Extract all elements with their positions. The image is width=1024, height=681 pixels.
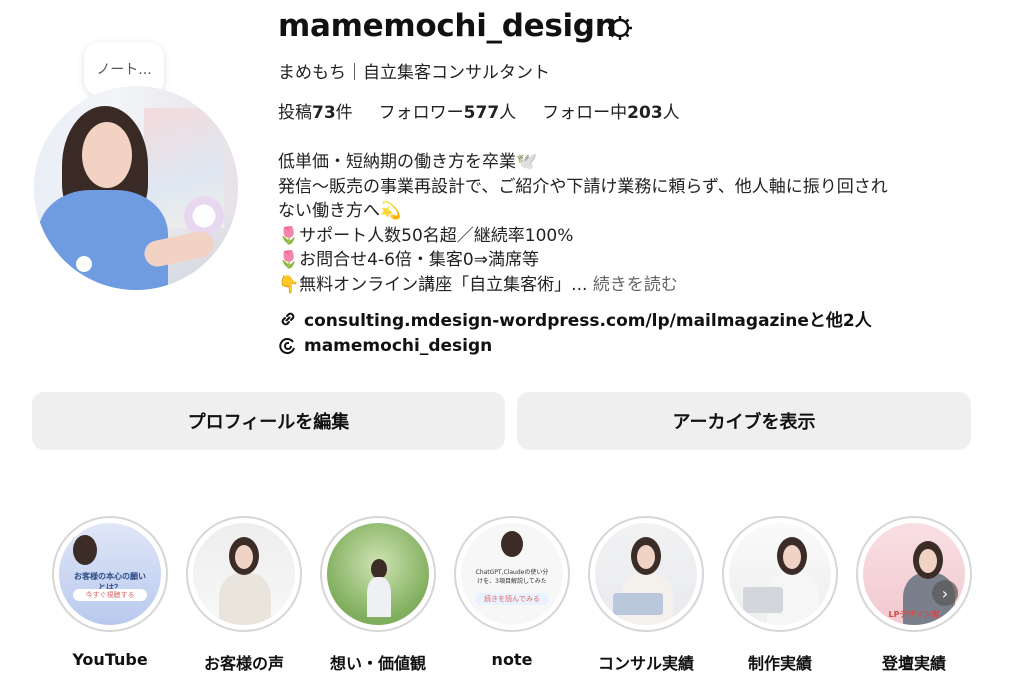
thumb-laptop <box>743 587 783 613</box>
threads-icon <box>279 338 295 355</box>
highlight-consulting[interactable]: コンサル実績 <box>587 516 705 674</box>
highlight-label: note <box>491 650 533 669</box>
thumb-face <box>235 545 253 569</box>
thumb-face <box>783 545 801 569</box>
stat-posts: 投稿73件 <box>278 103 353 123</box>
thumb-person <box>501 531 523 557</box>
thumb-face <box>919 549 937 573</box>
thumb-person <box>371 559 387 579</box>
highlight-thumbnail <box>595 523 697 625</box>
note-text: ノート... <box>96 62 152 78</box>
thumb-text: ChatGPT,Claudeの使い分けを、3項目解説してみた <box>475 569 549 585</box>
highlight-ring: お客様の本心の願いとは？ 今すぐ視聴する <box>52 516 168 632</box>
highlight-production[interactable]: 制作実績 <box>721 516 839 674</box>
bio-line: 🌷サポート人数50名超／継続率100% <box>278 225 574 246</box>
thumb-laptop <box>613 593 663 615</box>
highlight-thumbnail: LPデザイン実 <box>863 523 965 625</box>
link-text: consulting.mdesign-wordpress.com/lp/mail… <box>304 311 872 331</box>
stat-following[interactable]: フォロー中203人 <box>542 98 680 123</box>
highlight-ring <box>722 516 838 632</box>
profile-stats: 投稿73件 フォロワー577人 フォロー中203人 <box>278 98 680 123</box>
profile-link[interactable]: consulting.mdesign-wordpress.com/lp/mail… <box>278 306 872 331</box>
avatar-flower <box>184 196 224 236</box>
thumb-text: LPデザイン実 <box>888 610 940 619</box>
highlight-ring: LPデザイン実 <box>856 516 972 632</box>
username: mamemochi_design <box>278 8 617 44</box>
highlight-ring <box>588 516 704 632</box>
display-name: まめもち｜自立集客コンサルタント <box>278 63 550 83</box>
profile-avatar[interactable] <box>34 86 238 290</box>
highlight-youtube[interactable]: お客様の本心の願いとは？ 今すぐ視聴する YouTube <box>51 516 169 669</box>
highlight-ring: ChatGPT,Claudeの使い分けを、3項目解説してみた 続きを読んでみる <box>454 516 570 632</box>
highlight-thumbnail: お客様の本心の願いとは？ 今すぐ視聴する <box>59 523 161 625</box>
highlight-label: お客様の声 <box>203 654 284 673</box>
edit-profile-button[interactable]: プロフィールを編集 <box>32 392 505 450</box>
thumb-person <box>73 535 97 565</box>
highlight-thumbnail <box>729 523 831 625</box>
bio-line: 👇無料オンライン講座「自立集客術」... <box>278 274 588 295</box>
thumb-body <box>367 577 391 617</box>
bio-line-last: 👇無料オンライン講座「自立集客術」... 続きを読む <box>278 273 988 298</box>
highlight-thumbnail: ChatGPT,Claudeの使い分けを、3項目解説してみた 続きを読んでみる <box>461 523 563 625</box>
highlight-label: 登壇実績 <box>881 654 946 673</box>
gear-icon[interactable] <box>605 13 635 43</box>
link-icon <box>281 312 295 325</box>
highlight-values[interactable]: 想い・価値観 <box>319 516 437 674</box>
highlight-label: 制作実績 <box>747 654 812 673</box>
read-more-link[interactable]: 続きを読む <box>593 275 678 295</box>
thumb-face <box>637 545 655 569</box>
avatar-body <box>38 190 168 290</box>
highlight-label: YouTube <box>72 650 148 669</box>
bio-line: ない働き方へ💫 <box>278 201 402 221</box>
highlight-label: 想い・価値観 <box>329 654 426 673</box>
thumb-chip: 続きを読んでみる <box>475 593 549 605</box>
bio-line: 低単価・短納期の働き方を卒業🕊️ <box>278 152 538 172</box>
highlight-ring <box>320 516 436 632</box>
highlight-customer-voice[interactable]: お客様の声 <box>185 516 303 674</box>
stat-followers[interactable]: フォロワー577人 <box>379 98 517 123</box>
thumb-body <box>219 573 271 625</box>
highlight-label: コンサル実績 <box>597 654 694 673</box>
view-archive-button[interactable]: アーカイブを表示 <box>517 392 971 450</box>
avatar-dot <box>76 256 92 272</box>
avatar-face <box>82 122 132 188</box>
threads-handle: mamemochi_design <box>304 336 493 356</box>
thumb-chip: 今すぐ視聴する <box>73 589 147 601</box>
bio-line: 🌷お問合せ4-6倍・集客0⇒満席等 <box>278 250 539 270</box>
chevron-right-icon[interactable]: › <box>932 580 958 606</box>
highlight-thumbnail <box>193 523 295 625</box>
highlight-ring <box>186 516 302 632</box>
threads-link[interactable]: mamemochi_design <box>278 336 492 356</box>
profile-bio: 低単価・短納期の働き方を卒業🕊️ 発信〜販売の事業再設計で、ご紹介や下請け業務に… <box>278 150 988 297</box>
highlight-note[interactable]: ChatGPT,Claudeの使い分けを、3項目解説してみた 続きを読んでみる … <box>453 516 571 669</box>
highlight-thumbnail <box>327 523 429 625</box>
bio-line: 発信〜販売の事業再設計で、ご紹介や下請け業務に頼らず、他人軸に振り回され <box>278 176 888 197</box>
